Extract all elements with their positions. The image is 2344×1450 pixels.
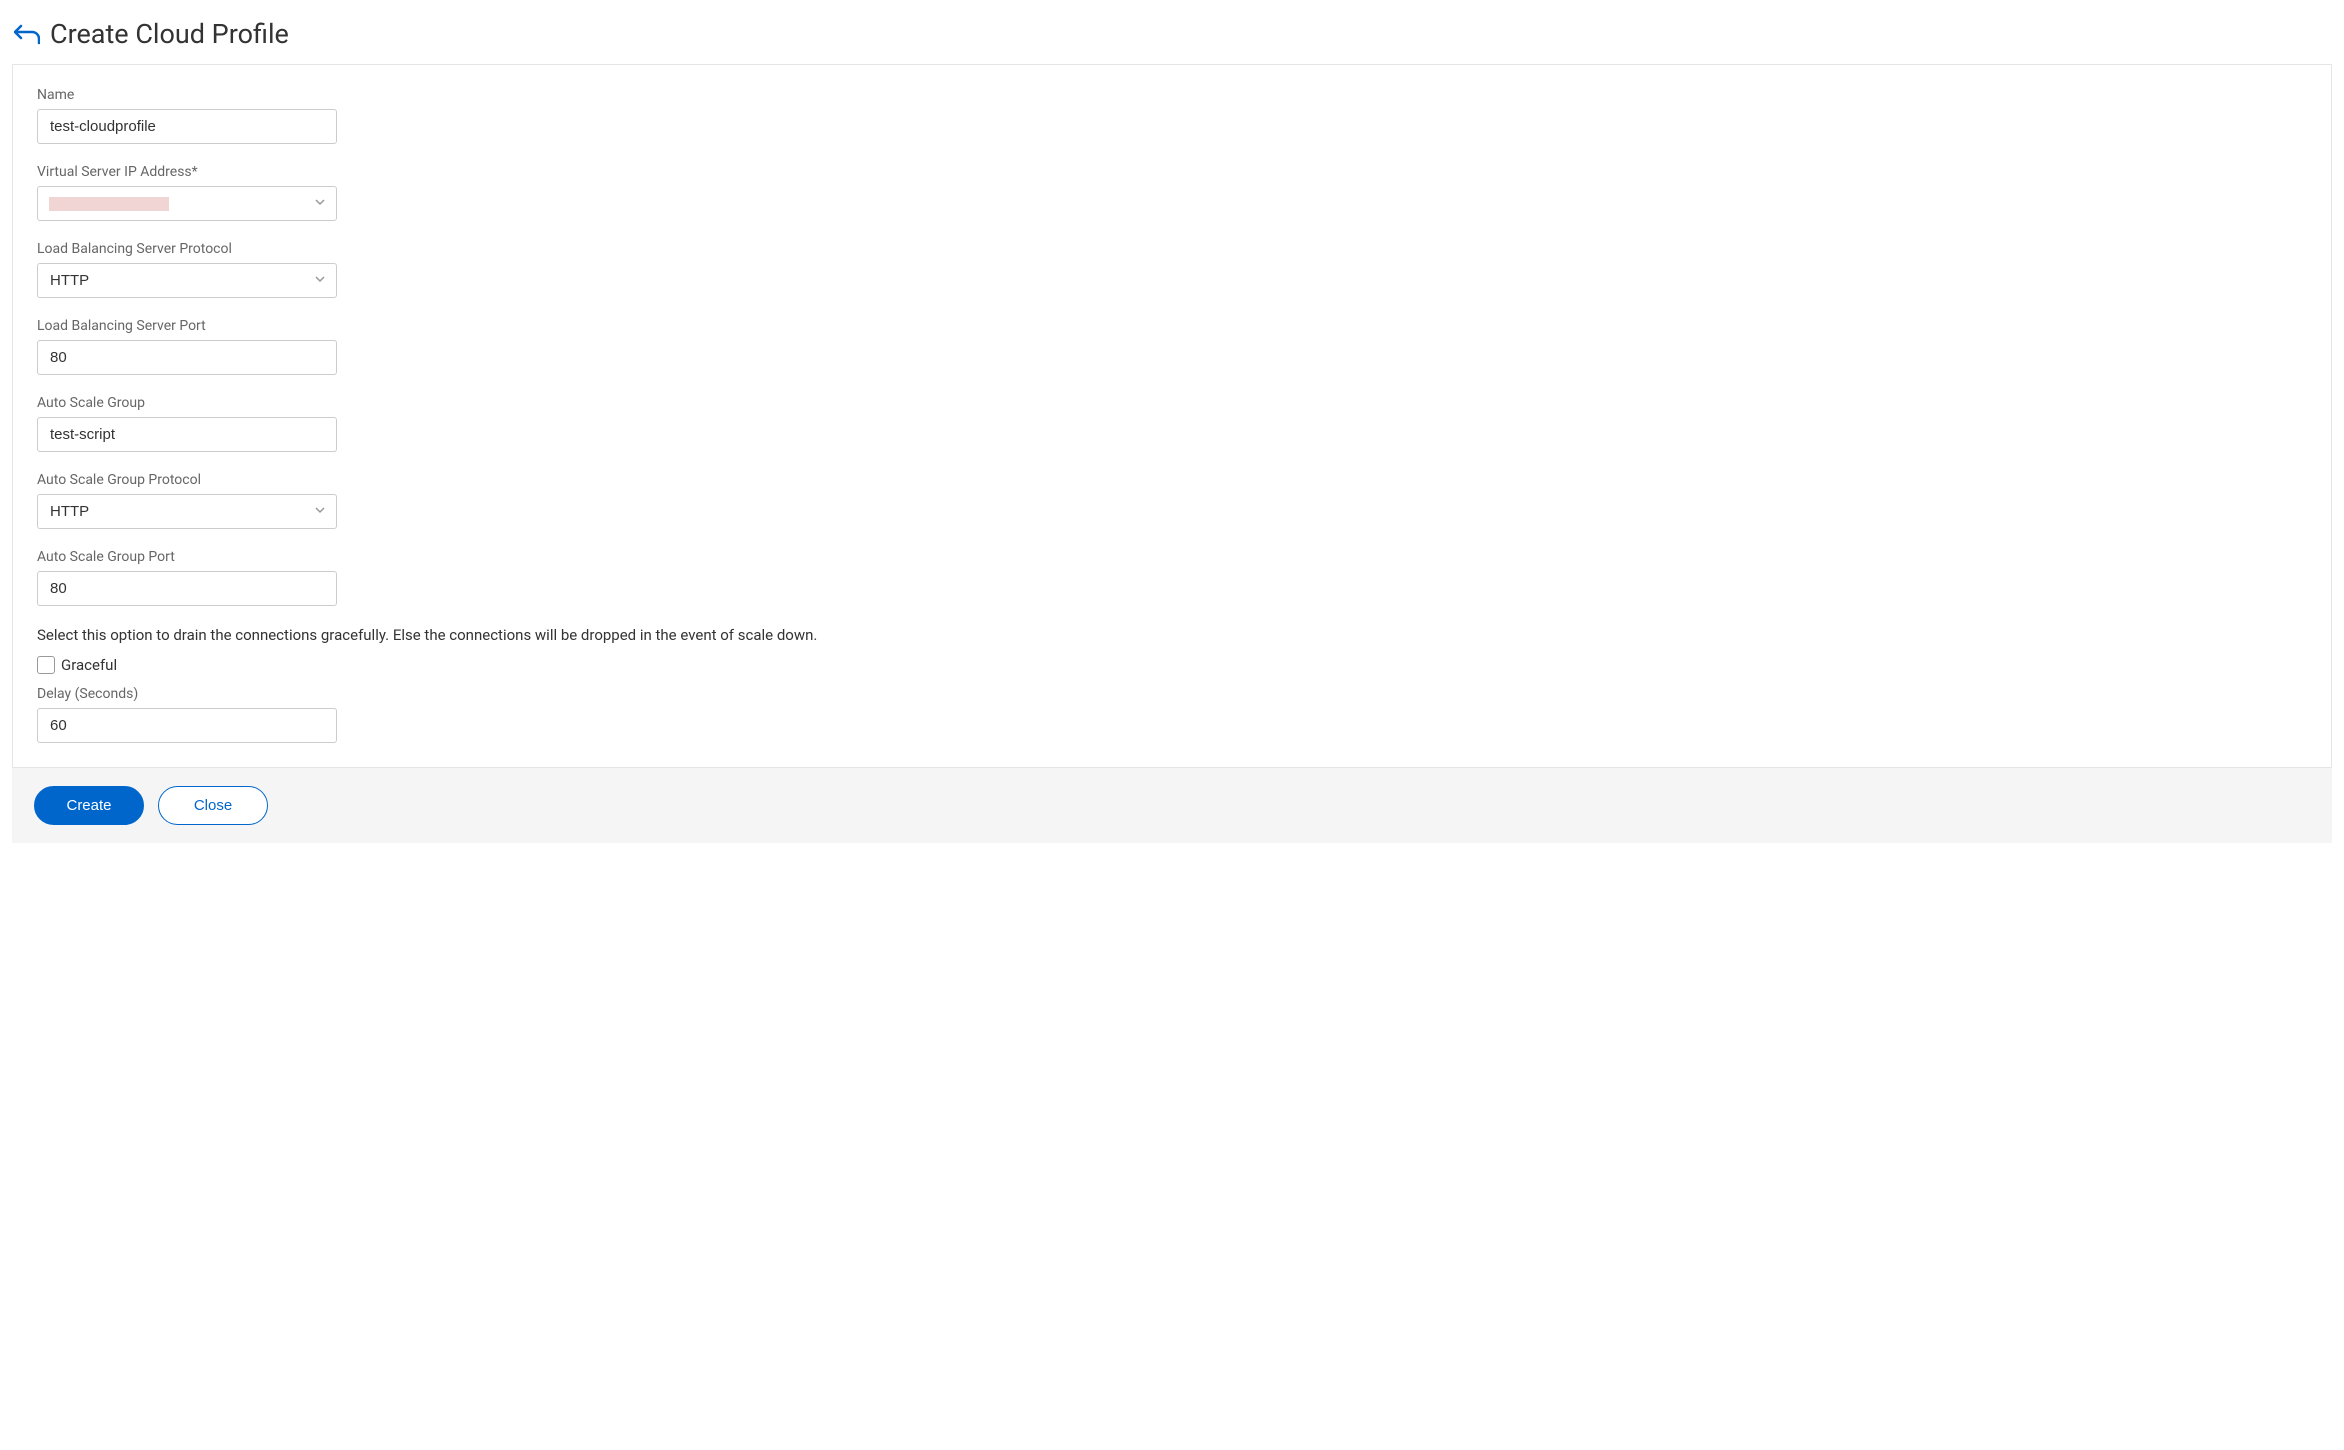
field-delay: Delay (Seconds)	[37, 686, 2307, 743]
create-button[interactable]: Create	[34, 786, 144, 825]
button-bar: Create Close	[12, 768, 2332, 843]
page-title: Create Cloud Profile	[50, 18, 289, 50]
select-asg-protocol[interactable]	[37, 494, 337, 529]
field-lb-protocol: Load Balancing Server Protocol	[37, 241, 2307, 298]
select-virtual-server-ip[interactable]	[37, 186, 337, 221]
input-delay[interactable]	[37, 708, 337, 743]
field-virtual-server-ip: Virtual Server IP Address*	[37, 164, 2307, 221]
select-lb-protocol[interactable]	[37, 263, 337, 298]
label-delay: Delay (Seconds)	[37, 686, 2307, 702]
field-asg-port: Auto Scale Group Port	[37, 549, 2307, 606]
label-asg-port: Auto Scale Group Port	[37, 549, 2307, 565]
field-graceful: Graceful	[37, 656, 2307, 674]
label-lb-protocol: Load Balancing Server Protocol	[37, 241, 2307, 257]
label-asg-protocol: Auto Scale Group Protocol	[37, 472, 2307, 488]
input-name[interactable]	[37, 109, 337, 144]
field-lb-port: Load Balancing Server Port	[37, 318, 2307, 375]
checkbox-graceful[interactable]	[37, 656, 55, 674]
label-graceful: Graceful	[61, 656, 117, 674]
page-header: Create Cloud Profile	[0, 0, 2344, 64]
label-name: Name	[37, 87, 2307, 103]
field-name: Name	[37, 87, 2307, 144]
close-button[interactable]: Close	[158, 786, 268, 825]
label-asg: Auto Scale Group	[37, 395, 2307, 411]
graceful-help-text: Select this option to drain the connecti…	[37, 626, 2307, 644]
field-asg: Auto Scale Group	[37, 395, 2307, 452]
form-panel: Name Virtual Server IP Address* Load Bal…	[12, 64, 2332, 768]
label-virtual-server-ip: Virtual Server IP Address*	[37, 164, 2307, 180]
input-asg-port[interactable]	[37, 571, 337, 606]
input-lb-port[interactable]	[37, 340, 337, 375]
field-asg-protocol: Auto Scale Group Protocol	[37, 472, 2307, 529]
label-lb-port: Load Balancing Server Port	[37, 318, 2307, 334]
input-asg[interactable]	[37, 417, 337, 452]
back-icon[interactable]	[14, 23, 40, 45]
